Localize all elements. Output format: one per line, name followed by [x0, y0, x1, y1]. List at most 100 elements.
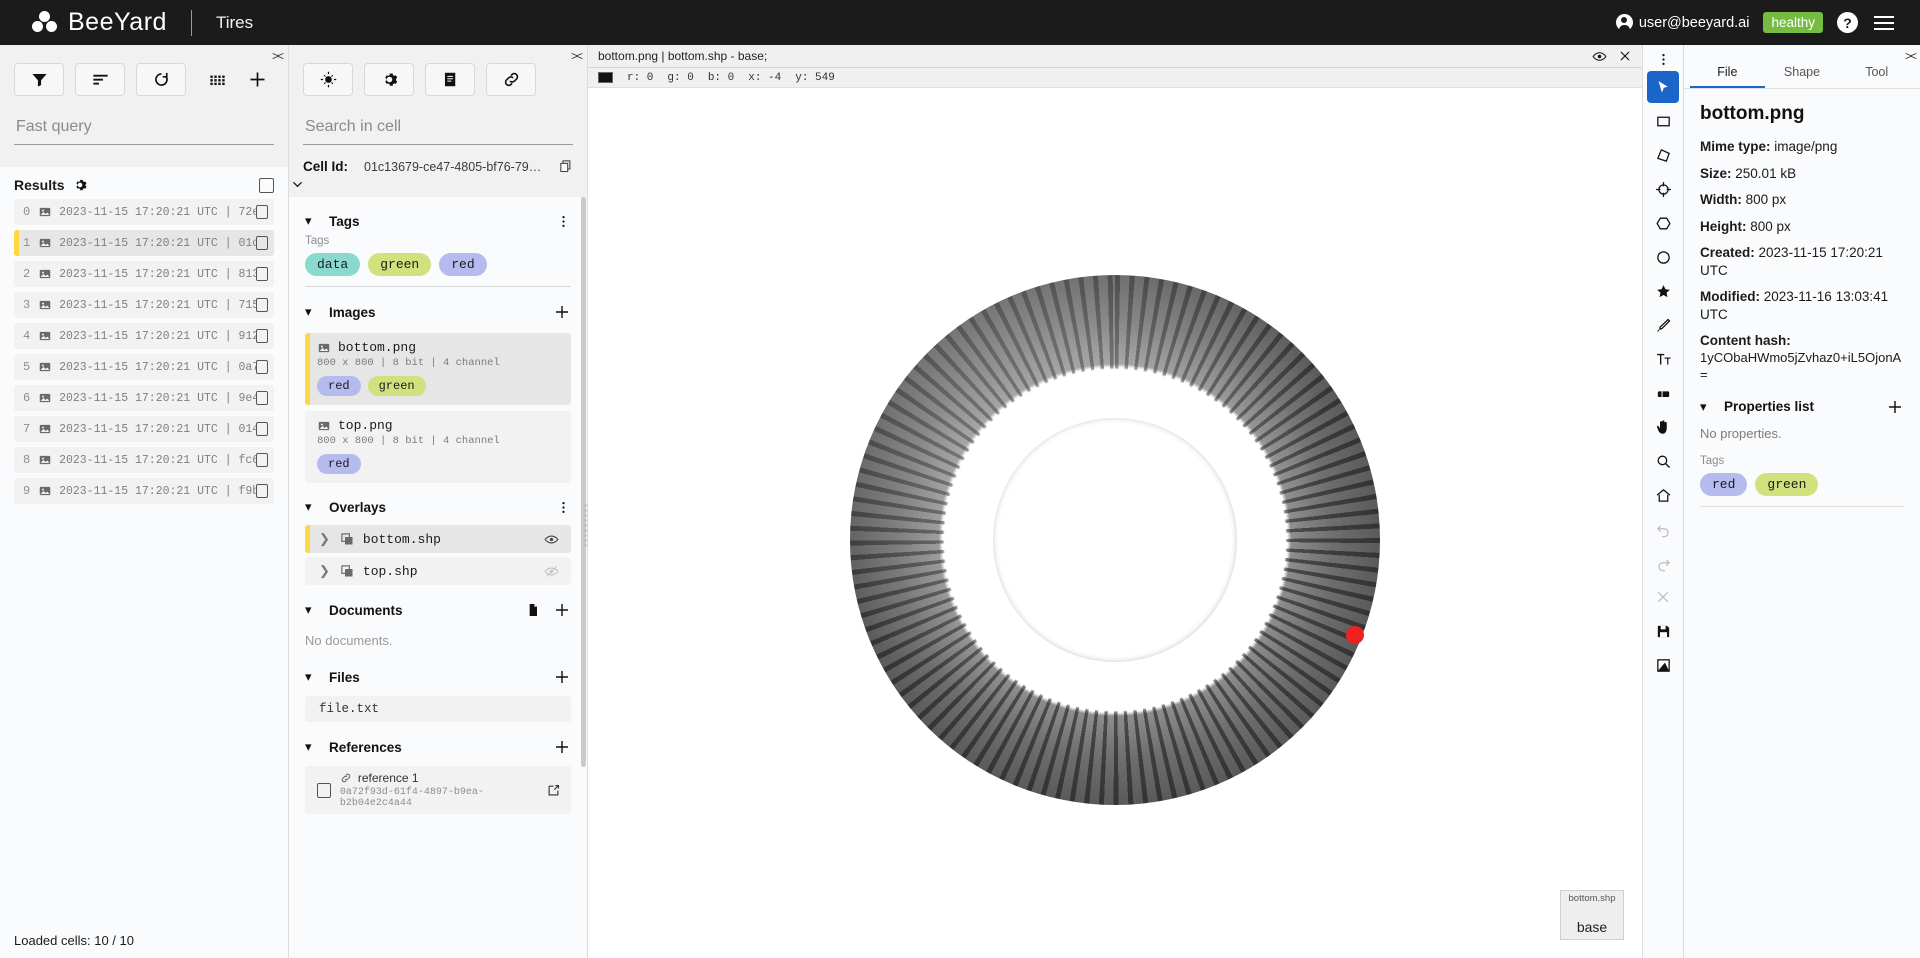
result-row[interactable]: 0 2023-11-15 17:20:21 UTC | 72efbe…	[14, 199, 274, 225]
result-checkbox[interactable]	[255, 484, 268, 498]
open-reference-button[interactable]	[546, 783, 561, 798]
images-section-header[interactable]: ▾ Images	[289, 287, 587, 327]
circle-tool-button[interactable]	[1647, 241, 1679, 273]
documents-section-header[interactable]: ▾ Documents	[289, 585, 587, 625]
tags-more-button[interactable]	[556, 214, 571, 229]
fast-query-input[interactable]	[14, 114, 274, 145]
tag-chip[interactable]: red	[439, 253, 487, 276]
polygon-tool-button[interactable]	[1647, 139, 1679, 171]
save-button[interactable]	[1647, 615, 1679, 647]
help-icon[interactable]: ?	[1837, 12, 1858, 33]
properties-list-header[interactable]: ▾ Properties list	[1700, 398, 1904, 416]
eraser-tool-button[interactable]	[1647, 377, 1679, 409]
add-button[interactable]	[240, 65, 274, 95]
collapse-right-panel-icon[interactable]: ><	[1905, 49, 1917, 63]
result-row[interactable]: 9 2023-11-15 17:20:21 UTC | f9b5c3…	[14, 478, 274, 504]
expand-cell-id-button[interactable]	[289, 174, 587, 197]
tool-rail-more-button[interactable]	[1656, 49, 1671, 69]
grid-view-button[interactable]	[200, 65, 234, 95]
add-property-button[interactable]	[1886, 398, 1904, 416]
tag-chip[interactable]: red	[317, 376, 361, 396]
image-list-item[interactable]: bottom.png 800 x 800 | 8 bit | 4 channel r…	[305, 333, 571, 405]
result-checkbox[interactable]	[255, 391, 268, 405]
reference-checkbox[interactable]	[317, 782, 331, 798]
result-row[interactable]: 4 2023-11-15 17:20:21 UTC | 91288f…	[14, 323, 274, 349]
files-section-header[interactable]: ▾ Files	[289, 652, 587, 692]
app-logo[interactable]: BeeYard Tires	[32, 8, 253, 37]
search-cell-input[interactable]	[303, 114, 573, 145]
result-checkbox[interactable]	[255, 236, 268, 250]
overlays-more-button[interactable]	[556, 500, 571, 515]
home-view-button[interactable]	[1647, 479, 1679, 511]
select-all-checkbox[interactable]	[259, 177, 274, 193]
pan-tool-button[interactable]	[1647, 411, 1679, 443]
redo-button[interactable]	[1647, 547, 1679, 579]
sort-button[interactable]	[75, 63, 125, 96]
add-document-button[interactable]	[553, 601, 571, 619]
cursor-tool-button[interactable]	[1647, 71, 1679, 103]
result-checkbox[interactable]	[255, 329, 268, 343]
tab-file[interactable]: File	[1690, 59, 1765, 88]
add-file-button[interactable]	[553, 668, 571, 686]
add-reference-button[interactable]	[553, 738, 571, 756]
undo-button[interactable]	[1647, 513, 1679, 545]
crosshair-tool-button[interactable]	[1647, 173, 1679, 205]
link-button[interactable]	[486, 63, 536, 96]
notes-button[interactable]	[425, 63, 475, 96]
tag-chip[interactable]: green	[368, 253, 432, 276]
result-row[interactable]: 1 2023-11-15 17:20:21 UTC | 01c136…	[14, 230, 274, 256]
tags-section-header[interactable]: ▾ Tags	[289, 197, 587, 235]
text-tool-button[interactable]	[1647, 343, 1679, 375]
mid-panel-scrollbar[interactable]	[581, 197, 586, 767]
tag-chip[interactable]: red	[317, 454, 361, 474]
overlay-visibility-toggle[interactable]	[544, 564, 559, 579]
close-viewer-button[interactable]	[1618, 49, 1632, 63]
zoom-tool-button[interactable]	[1647, 445, 1679, 477]
result-row[interactable]: 2 2023-11-15 17:20:21 UTC | 81325a…	[14, 261, 274, 287]
result-row[interactable]: 3 2023-11-15 17:20:21 UTC | 715247…	[14, 292, 274, 318]
export-button[interactable]	[1647, 649, 1679, 681]
tag-chip[interactable]: red	[1700, 472, 1748, 496]
overlay-visibility-toggle[interactable]	[544, 532, 559, 547]
tab-tool[interactable]: Tool	[1839, 59, 1914, 88]
new-document-button[interactable]	[525, 602, 541, 618]
add-image-button[interactable]	[553, 303, 571, 321]
result-row[interactable]: 7 2023-11-15 17:20:21 UTC | 0142c4…	[14, 416, 274, 442]
result-checkbox[interactable]	[255, 298, 268, 312]
reference-row[interactable]: reference 1 0a72f93d-61f4-4897-b9ea-b2b04…	[305, 766, 571, 814]
references-section-header[interactable]: ▾ References	[289, 722, 587, 762]
result-checkbox[interactable]	[255, 453, 268, 467]
rectangle-tool-button[interactable]	[1647, 105, 1679, 137]
overlays-section-header[interactable]: ▾ Overlays	[289, 483, 587, 521]
result-checkbox[interactable]	[255, 360, 268, 374]
brush-tool-button[interactable]	[1647, 309, 1679, 341]
result-checkbox[interactable]	[255, 205, 268, 219]
cell-settings-button[interactable]	[364, 63, 414, 96]
tag-chip[interactable]: green	[367, 376, 426, 396]
result-row[interactable]: 5 2023-11-15 17:20:21 UTC | 0a72f9…	[14, 354, 274, 380]
clear-button[interactable]	[1647, 581, 1679, 613]
overlay-row[interactable]: ❯ bottom.shp	[305, 525, 571, 553]
image-canvas[interactable]: bottom.shp base	[588, 88, 1642, 958]
chevron-right-icon[interactable]: ❯	[319, 563, 330, 579]
menu-icon[interactable]	[1872, 14, 1896, 32]
hexagon-tool-button[interactable]	[1647, 207, 1679, 239]
copy-cell-id-button[interactable]	[558, 159, 573, 174]
chevron-right-icon[interactable]: ❯	[319, 531, 330, 547]
tab-shape[interactable]: Shape	[1765, 59, 1840, 88]
overlay-row[interactable]: ❯ top.shp	[305, 557, 571, 585]
toggle-visibility-button[interactable]	[1592, 49, 1607, 64]
result-row[interactable]: 6 2023-11-15 17:20:21 UTC | 9e4ef0…	[14, 385, 274, 411]
result-row[interactable]: 8 2023-11-15 17:20:21 UTC | fc68ee…	[14, 447, 274, 473]
user-menu[interactable]: user@beeyard.ai	[1615, 14, 1749, 31]
result-checkbox[interactable]	[255, 267, 268, 281]
locate-button[interactable]	[303, 63, 353, 96]
file-row[interactable]: file.txt	[305, 696, 571, 722]
collapse-mid-panel-icon[interactable]: ><	[571, 49, 583, 63]
star-tool-button[interactable]	[1647, 275, 1679, 307]
results-settings-button[interactable]	[72, 177, 88, 193]
collapse-left-panel-icon[interactable]: ><	[272, 49, 284, 63]
filter-button[interactable]	[14, 63, 64, 96]
image-list-item[interactable]: top.png 800 x 800 | 8 bit | 4 channel red	[305, 411, 571, 483]
refresh-button[interactable]	[136, 63, 186, 96]
